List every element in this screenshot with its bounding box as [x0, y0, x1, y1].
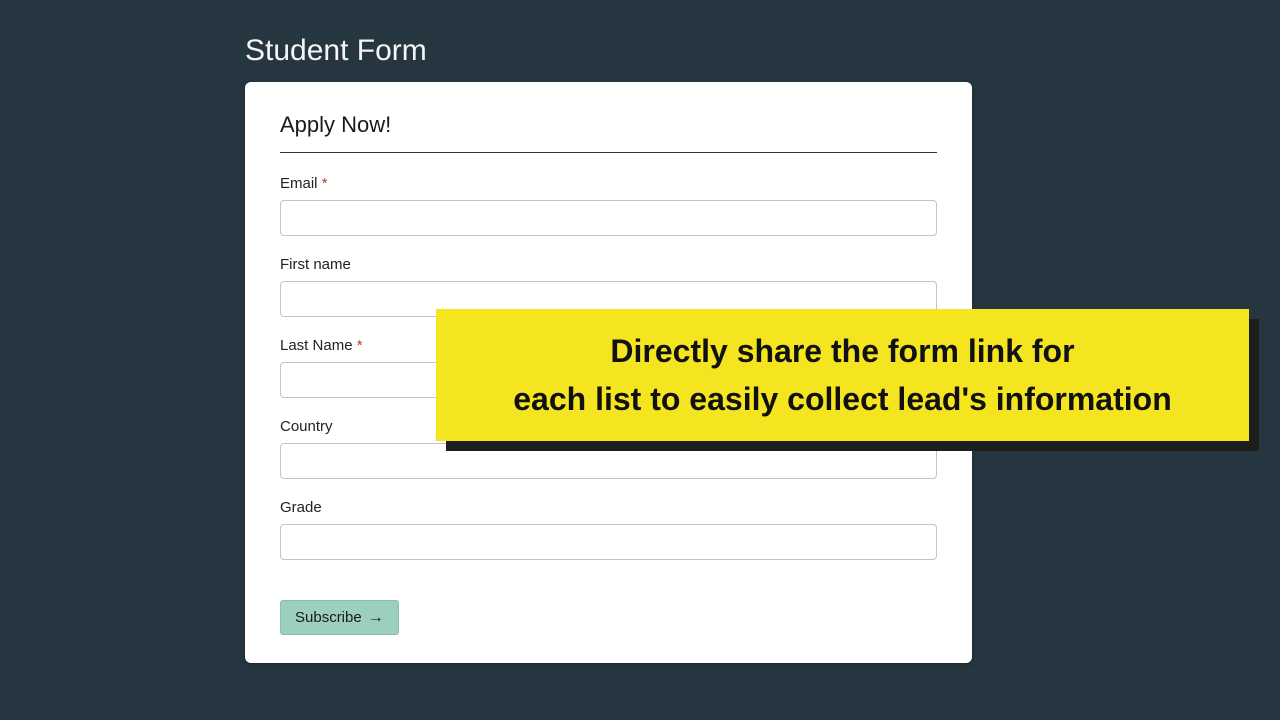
callout-text: Directly share the form link for each li… [513, 327, 1171, 423]
required-asterisk: * [322, 175, 328, 192]
email-input[interactable] [280, 200, 937, 236]
grade-input[interactable] [280, 524, 937, 560]
field-first-name: First name [280, 256, 937, 317]
page-title: Student Form [245, 34, 427, 68]
grade-label: Grade [280, 499, 937, 516]
required-asterisk: * [357, 337, 363, 354]
callout-line-1: Directly share the form link for [610, 333, 1074, 369]
form-heading: Apply Now! [280, 112, 937, 153]
email-label-text: Email [280, 175, 318, 192]
country-input[interactable] [280, 443, 937, 479]
last-name-label-text: Last Name [280, 337, 353, 354]
subscribe-button[interactable]: Subscribe → [280, 600, 399, 635]
subscribe-button-label: Subscribe [295, 609, 362, 626]
email-label: Email * [280, 175, 937, 192]
callout-banner: Directly share the form link for each li… [436, 309, 1249, 441]
field-grade: Grade [280, 499, 937, 560]
field-email: Email * [280, 175, 937, 236]
arrow-right-icon: → [368, 610, 384, 626]
callout-line-2: each list to easily collect lead's infor… [513, 381, 1171, 417]
first-name-label: First name [280, 256, 937, 273]
